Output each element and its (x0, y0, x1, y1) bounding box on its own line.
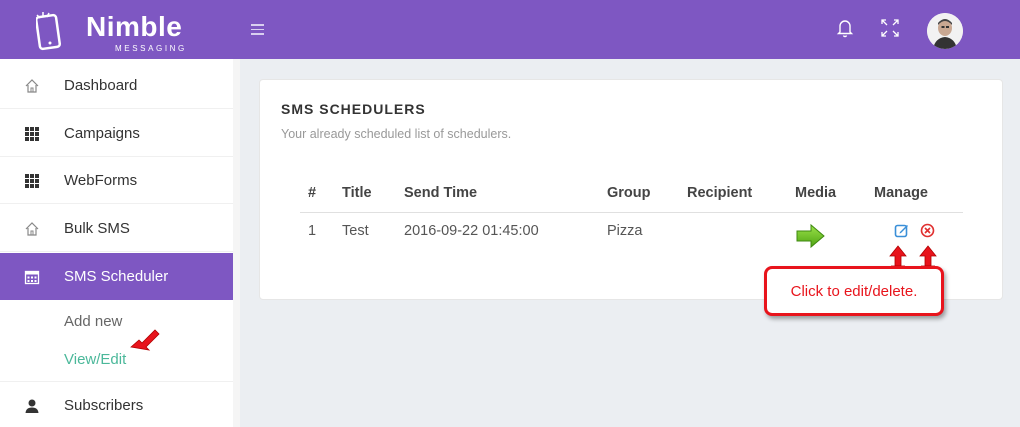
cell-send-time: 2016-09-22 01:45:00 (404, 223, 539, 239)
column-header-group: Group (607, 185, 651, 201)
sidebar-item-label: Campaigns (64, 125, 140, 142)
cell-number: 1 (308, 223, 317, 239)
green-arrow-icon[interactable] (796, 223, 826, 249)
sidebar-item-bulk-sms[interactable]: Bulk SMS (0, 205, 238, 252)
grid-icon (25, 127, 39, 141)
phone-logo-icon (36, 12, 61, 51)
calendar-icon (24, 270, 40, 285)
user-avatar[interactable] (927, 13, 963, 49)
sidebar-scrollbar[interactable] (233, 59, 240, 427)
callout-text: Click to edit/delete. (790, 283, 918, 300)
bell-icon[interactable] (832, 15, 858, 41)
column-header-number: # (308, 185, 317, 201)
grid-icon (25, 174, 39, 188)
column-header-media: Media (795, 185, 837, 201)
sidebar-item-label: Subscribers (64, 397, 144, 414)
sidebar-item-sms-scheduler[interactable]: SMS Scheduler (0, 253, 238, 300)
home-icon (25, 222, 39, 236)
sidebar-item-label: Dashboard (64, 77, 138, 94)
avatar-image (927, 13, 963, 49)
home-icon (25, 79, 39, 93)
column-header-send-time: Send Time (404, 185, 478, 201)
sidebar-item-webforms[interactable]: WebForms (0, 157, 238, 204)
column-header-recipient: Recipient (687, 185, 753, 201)
submenu-add-new[interactable]: Add new (64, 313, 122, 330)
user-icon (25, 399, 39, 413)
annotation-callout: Click to edit/delete. (764, 266, 944, 316)
cell-group: Pizza (607, 223, 643, 239)
sidebar-item-subscribers[interactable]: Subscribers (0, 381, 238, 427)
table-header-divider (300, 212, 963, 213)
expand-icon[interactable] (877, 15, 903, 41)
cell-title: Test (342, 223, 369, 239)
submenu-view-edit[interactable]: View/Edit (64, 351, 126, 368)
sidebar-item-campaigns[interactable]: Campaigns (0, 110, 238, 157)
sidebar-item-dashboard[interactable]: Dashboard (0, 62, 238, 109)
logo-subtitle: MESSAGING (115, 44, 187, 53)
edit-icon[interactable] (894, 223, 909, 238)
hamburger-icon[interactable] (251, 21, 271, 39)
sidebar-item-label: WebForms (64, 172, 138, 189)
page-subtitle: Your already scheduled list of scheduler… (281, 127, 512, 141)
logo-title: Nimble (86, 11, 183, 42)
sidebar: Dashboard Campaigns WebForms Bulk SMS SM… (0, 59, 240, 427)
sidebar-item-label: Bulk SMS (64, 220, 130, 237)
column-header-title: Title (342, 185, 372, 201)
app-logo[interactable]: Nimble MESSAGING (30, 6, 210, 54)
delete-icon[interactable] (920, 223, 935, 238)
sidebar-item-label: SMS Scheduler (64, 268, 169, 285)
page-title: SMS SCHEDULERS (281, 101, 426, 117)
column-header-manage: Manage (874, 185, 928, 201)
top-navbar: Nimble MESSAGING (0, 0, 1020, 59)
